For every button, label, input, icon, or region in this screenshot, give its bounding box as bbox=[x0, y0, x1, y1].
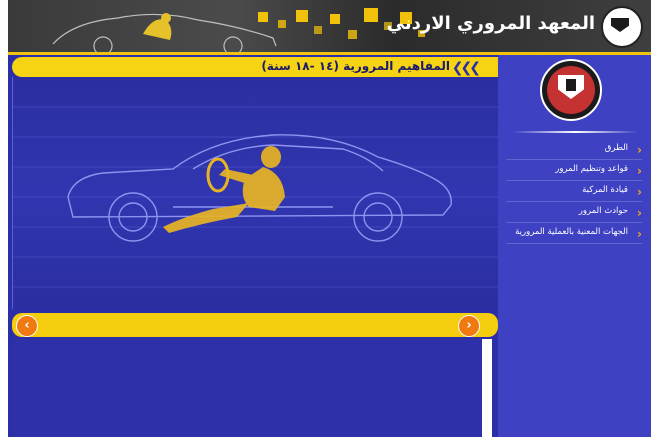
app-window: المعهد المروري الاردني المفاهيم المرورية… bbox=[8, 0, 651, 437]
navigation-bar: ‹ › bbox=[12, 313, 498, 337]
previous-button[interactable]: ‹ bbox=[16, 315, 38, 337]
sidebar-item-traffic-authorities[interactable]: ‹ الجهات المعنية بالعملية المرورية bbox=[498, 225, 648, 244]
institute-logo-icon bbox=[601, 6, 643, 48]
content-area bbox=[12, 339, 482, 437]
sidebar-item-label: الطرق bbox=[604, 143, 628, 153]
sidebar-item-label: الجهات المعنية بالعملية المرورية bbox=[515, 227, 628, 237]
content-scrollbar[interactable] bbox=[482, 339, 492, 437]
car-illustration-svg bbox=[13, 106, 499, 288]
car-illustration bbox=[12, 77, 499, 309]
sidebar-item-label: حوادث المرور bbox=[578, 206, 628, 216]
section-title: المفاهيم المرورية (١٤ -١٨ سنة) bbox=[261, 59, 450, 73]
sidebar-item-vehicle-driving[interactable]: ‹ قيادة المركبة bbox=[498, 183, 648, 202]
institute-emblem-icon bbox=[540, 59, 602, 121]
sidebar-item-label: قيادة المركبة bbox=[582, 185, 628, 195]
chevron-left-icon: ‹ bbox=[637, 143, 642, 157]
sidebar-item-roads[interactable]: ‹ الطرق bbox=[498, 141, 648, 160]
chevron-left-icon: ‹ bbox=[637, 227, 642, 241]
main-panel: المفاهيم المرورية (١٤ -١٨ سنة) ❮❮❮ ‹ › bbox=[8, 55, 499, 437]
chevron-left-icon: ‹ bbox=[637, 206, 642, 220]
sidebar-item-traffic-rules[interactable]: ‹ قواعد وتنظيم المرور bbox=[498, 162, 648, 181]
sidebar: ‹ الطرق ‹ قواعد وتنظيم المرور ‹ قيادة ال… bbox=[498, 55, 651, 437]
next-button[interactable]: › bbox=[458, 315, 480, 337]
section-arrows-icon: ❮❮❮ bbox=[451, 60, 481, 76]
sidebar-item-traffic-accidents[interactable]: ‹ حوادث المرور bbox=[498, 204, 648, 223]
chevron-left-icon: ‹ bbox=[637, 185, 642, 199]
sidebar-divider bbox=[512, 131, 638, 133]
car-sketch-banner bbox=[52, 13, 277, 52]
sidebar-item-label: قواعد وتنظيم المرور bbox=[555, 164, 628, 174]
section-title-bar: المفاهيم المرورية (١٤ -١٨ سنة) ❮❮❮ bbox=[12, 57, 498, 77]
sidebar-menu: ‹ الطرق ‹ قواعد وتنظيم المرور ‹ قيادة ال… bbox=[498, 141, 648, 246]
chevron-left-icon: ‹ bbox=[637, 164, 642, 178]
header-banner: المعهد المروري الاردني bbox=[8, 0, 651, 52]
app-title: المعهد المروري الاردني bbox=[386, 13, 595, 34]
